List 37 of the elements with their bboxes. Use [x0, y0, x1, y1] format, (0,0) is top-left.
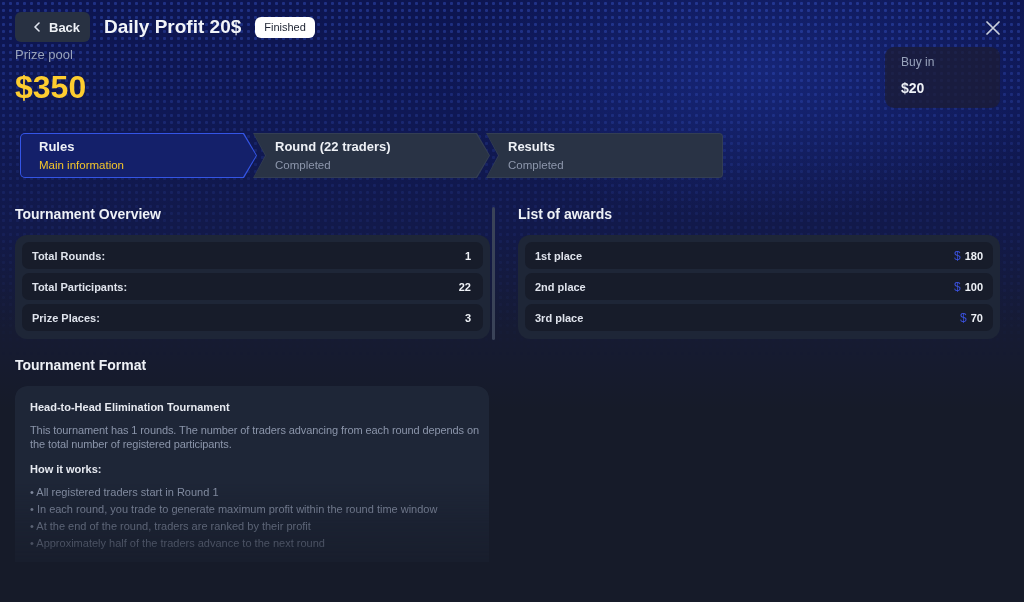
stat-value: 1: [464, 249, 471, 262]
stat-label: Total Rounds:: [32, 249, 106, 262]
section-title: Tournament Format: [15, 356, 148, 374]
step-tab[interactable]: Round (22 traders) Completed: [253, 133, 490, 178]
scrollbar[interactable]: [492, 207, 495, 340]
stat-label: Total Participants:: [32, 280, 128, 293]
step-tab[interactable]: Results Completed: [486, 133, 723, 178]
prize-pool-label: Prize pool: [15, 47, 74, 63]
stat-value: 22: [458, 280, 471, 293]
step-tab[interactable]: Rules Main information: [20, 133, 257, 178]
format-subheading: How it works:: [30, 462, 103, 476]
stat-label: Prize Places:: [32, 311, 100, 324]
award-place: 2nd place: [535, 280, 586, 293]
buy-in-amount: $20: [901, 80, 926, 96]
tournament-title: Daily Profit 20$: [104, 15, 242, 39]
prize-pool-amount: $350: [15, 68, 87, 106]
currency-symbol: $: [953, 279, 961, 294]
section-title: Tournament Overview: [15, 205, 162, 223]
status-badge: Finished: [255, 16, 315, 38]
rule-list-item: • All registered traders start in Round 1: [30, 485, 220, 500]
format-heading: Head-to-Head Elimination Tournament: [30, 400, 231, 414]
award-amount: 180: [964, 249, 983, 262]
award-amount: 70: [970, 311, 983, 324]
section-title: List of awards: [518, 205, 614, 223]
currency-symbol: $: [953, 248, 961, 263]
award-place: 1st place: [535, 249, 583, 262]
close-icon[interactable]: [986, 21, 1000, 35]
rule-list-item: • In each round, you trade to generate maximum profit within the round time window: [30, 502, 439, 517]
chevron-left-icon: [34, 22, 40, 32]
buy-in-label: Buy in: [901, 55, 936, 69]
currency-symbol: $: [960, 310, 967, 325]
award-place: 3rd place: [535, 311, 584, 324]
stat-value: 3: [464, 311, 471, 324]
rule-list-item: • At the end of the round, traders are ranked by their profit: [30, 519, 312, 534]
award-amount: 100: [964, 280, 983, 293]
back-button[interactable]: Back: [15, 12, 90, 42]
format-description: This tournament has 1 rounds. The number of traders advancing from each round depends on the total number of registered participants.: [30, 423, 480, 451]
